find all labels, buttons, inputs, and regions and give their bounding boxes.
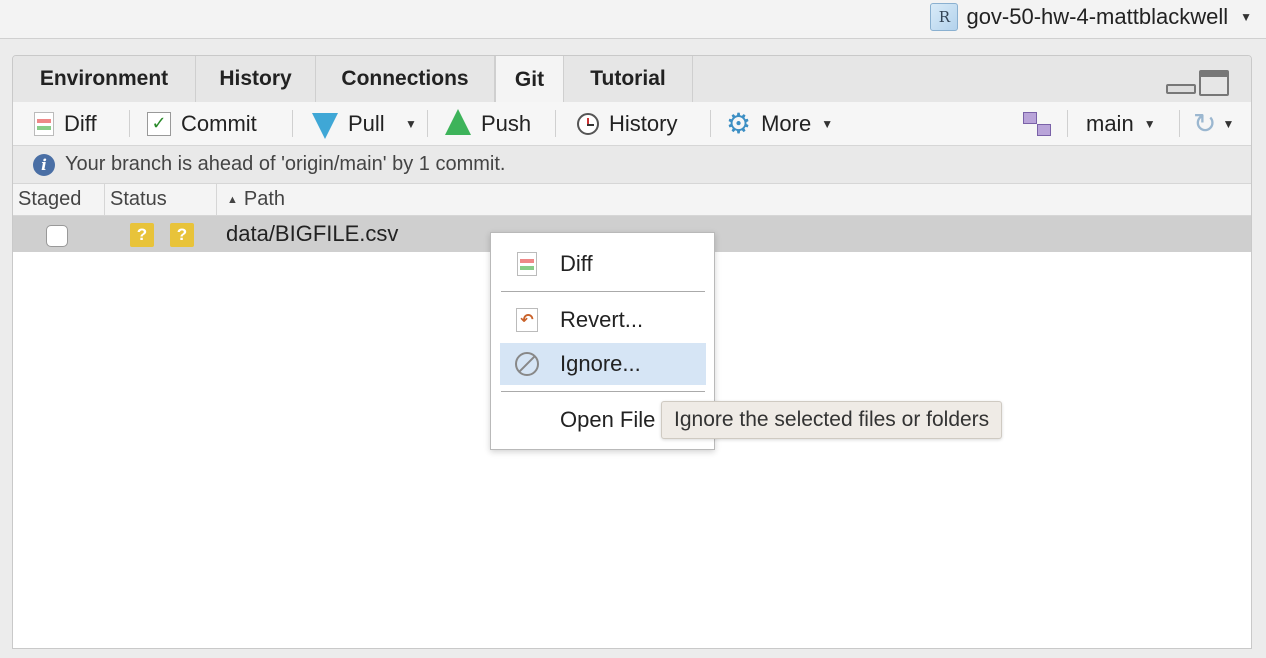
toolbar-divider xyxy=(292,110,293,137)
gear-icon: ⚙ xyxy=(726,107,752,139)
tab-label: Environment xyxy=(39,67,169,90)
branch-status-bar: i Your branch is ahead of 'origin/main' … xyxy=(13,146,1251,184)
diff-icon xyxy=(517,252,537,276)
diff-icon xyxy=(34,111,54,136)
refresh-button[interactable]: ↻ ▼ xyxy=(1193,102,1234,145)
menu-item-label: Revert... xyxy=(560,307,644,332)
chevron-down-icon: ▼ xyxy=(405,116,417,131)
tab-tutorial[interactable]: Tutorial xyxy=(564,56,693,102)
branch-icon xyxy=(1021,110,1053,138)
tab-environment[interactable]: Environment xyxy=(13,56,196,102)
chevron-down-icon: ▼ xyxy=(1222,116,1235,131)
more-menu-button[interactable]: ⚙ More ▼ xyxy=(726,102,833,145)
branch-dropdown[interactable]: main ▼ xyxy=(1086,102,1156,145)
menu-item-diff[interactable]: Diff xyxy=(500,243,706,285)
pull-options-dropdown[interactable]: ▼ xyxy=(405,102,417,145)
toolbar-divider xyxy=(1067,110,1068,137)
column-status[interactable]: Status xyxy=(105,184,217,215)
diff-label: Diff xyxy=(64,110,97,136)
menu-item-label: Open File xyxy=(560,407,656,432)
info-icon: i xyxy=(33,153,55,176)
toolbar-divider xyxy=(427,110,428,137)
r-project-icon: R xyxy=(930,3,959,31)
toolbar-divider xyxy=(555,110,556,137)
clock-icon xyxy=(577,112,599,135)
branch-graph-button[interactable] xyxy=(1021,102,1053,145)
menu-item-ignore[interactable]: Ignore... xyxy=(500,343,706,385)
tab-label: Git xyxy=(514,67,545,91)
status-badge-unstaged: ? xyxy=(170,223,194,247)
menu-item-label: Diff xyxy=(560,251,593,276)
project-bar: R gov-50-hw-4-mattblackwell ▼ xyxy=(0,0,1266,39)
tab-label: Tutorial xyxy=(590,67,666,90)
menu-separator xyxy=(501,391,705,392)
more-label: More xyxy=(761,110,812,136)
chevron-down-icon: ▼ xyxy=(1240,10,1252,24)
status-badge-staged: ? xyxy=(130,223,154,247)
chevron-down-icon: ▼ xyxy=(821,116,834,131)
project-menu[interactable]: R gov-50-hw-4-mattblackwell ▼ xyxy=(930,2,1252,32)
toolbar-divider xyxy=(1179,110,1180,137)
branch-label: main xyxy=(1086,110,1134,136)
column-label: Staged xyxy=(18,188,82,210)
refresh-icon: ↻ xyxy=(1193,108,1217,139)
file-table-header: Staged Status ▲ Path xyxy=(13,184,1251,216)
minimize-pane-icon[interactable] xyxy=(1166,84,1196,94)
tab-history[interactable]: History xyxy=(196,56,316,102)
diff-button[interactable]: Diff xyxy=(34,102,97,145)
pull-button[interactable]: Pull xyxy=(312,102,385,145)
ignore-icon xyxy=(515,352,539,376)
push-button[interactable]: Push xyxy=(445,102,531,145)
chevron-down-icon: ▼ xyxy=(1143,116,1156,131)
tooltip: Ignore the selected files or folders xyxy=(661,401,1003,439)
staged-checkbox[interactable] xyxy=(46,225,68,247)
commit-check-icon: ✓ xyxy=(147,111,171,136)
column-staged[interactable]: Staged xyxy=(13,184,105,215)
commit-label: Commit xyxy=(181,110,257,136)
history-button[interactable]: History xyxy=(577,102,677,145)
git-toolbar: Diff ✓ Commit Pull ▼ Push History ⚙ More xyxy=(13,102,1251,146)
push-label: Push xyxy=(481,110,532,136)
tab-label: Connections xyxy=(341,67,469,90)
maximize-pane-icon[interactable] xyxy=(1199,70,1229,96)
column-label: Path xyxy=(243,188,286,210)
column-path[interactable]: ▲ Path xyxy=(217,184,617,215)
column-label: Status xyxy=(110,188,167,210)
history-label: History xyxy=(609,110,678,136)
toolbar-divider xyxy=(710,110,711,137)
pane-tabs: Environment History Connections Git Tuto… xyxy=(13,56,1251,103)
tab-git[interactable]: Git xyxy=(495,56,564,103)
tab-label: History xyxy=(219,67,292,90)
menu-separator xyxy=(501,291,705,292)
push-arrow-icon xyxy=(445,108,471,135)
pull-label: Pull xyxy=(348,110,385,136)
project-name: gov-50-hw-4-mattblackwell xyxy=(966,4,1229,29)
tab-connections[interactable]: Connections xyxy=(316,56,495,102)
revert-icon: ↶ xyxy=(516,308,538,332)
commit-button[interactable]: ✓ Commit xyxy=(147,102,257,145)
branch-status-message: Your branch is ahead of 'origin/main' by… xyxy=(65,153,506,175)
toolbar-divider xyxy=(129,110,130,137)
sort-ascending-icon: ▲ xyxy=(227,193,238,206)
file-path: data/BIGFILE.csv xyxy=(226,221,399,246)
menu-item-label: Ignore... xyxy=(560,351,641,376)
menu-item-revert[interactable]: ↶ Revert... xyxy=(500,299,706,341)
pull-arrow-icon xyxy=(312,112,338,139)
